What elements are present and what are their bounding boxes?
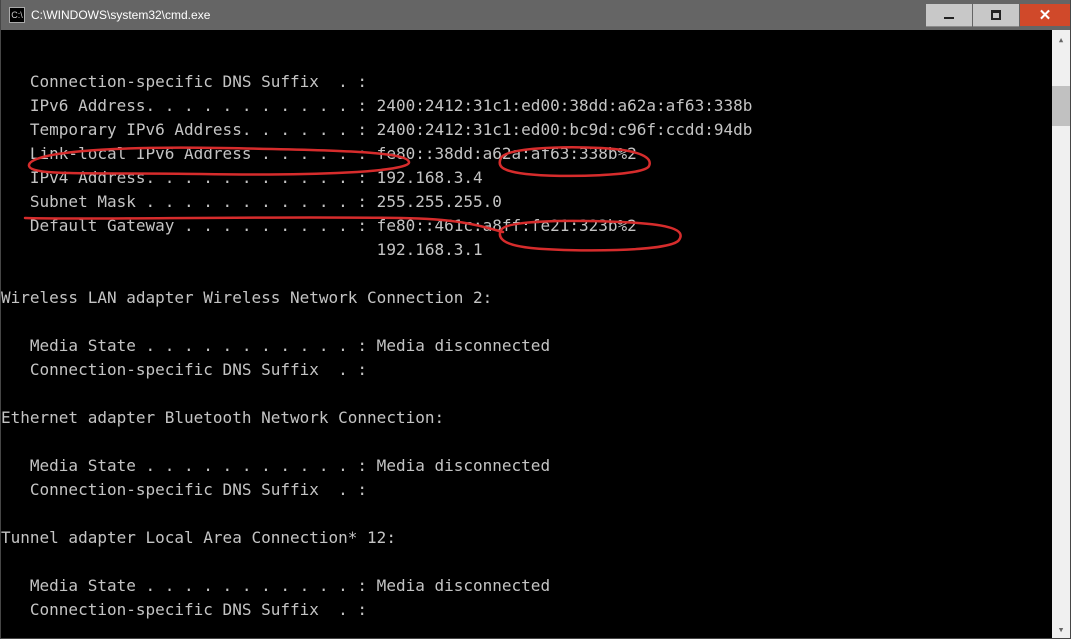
titlebar[interactable]: C:\ C:\WINDOWS\system32\cmd.exe ✕ xyxy=(1,0,1070,30)
scroll-down-button[interactable]: ▾ xyxy=(1052,620,1070,638)
minimize-icon xyxy=(944,17,954,19)
cmd-window: C:\ C:\WINDOWS\system32\cmd.exe ✕ Connec… xyxy=(0,0,1071,639)
cmd-icon: C:\ xyxy=(9,7,25,23)
minimize-button[interactable] xyxy=(926,4,972,27)
maximize-icon xyxy=(991,10,1001,20)
vertical-scrollbar[interactable]: ▴ ▾ xyxy=(1052,30,1070,638)
scroll-up-button[interactable]: ▴ xyxy=(1052,30,1070,48)
client-area: Connection-specific DNS Suffix . : IPv6 … xyxy=(1,30,1070,638)
close-icon: ✕ xyxy=(1039,8,1052,23)
close-button[interactable]: ✕ xyxy=(1020,4,1070,26)
window-title: C:\WINDOWS\system32\cmd.exe xyxy=(31,8,210,22)
terminal-output[interactable]: Connection-specific DNS Suffix . : IPv6 … xyxy=(1,46,1052,622)
scroll-track[interactable] xyxy=(1052,48,1070,620)
maximize-button[interactable] xyxy=(973,4,1019,27)
scroll-thumb[interactable] xyxy=(1052,86,1070,126)
